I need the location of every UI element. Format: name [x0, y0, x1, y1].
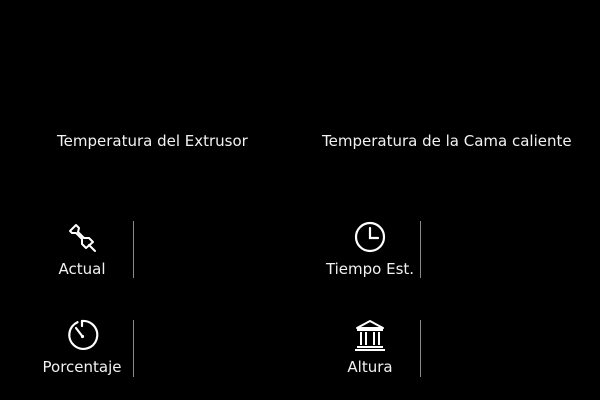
bed-temperature-heading: Temperatura de la Cama caliente [322, 132, 572, 150]
extruder-temperature-heading: Temperatura del Extrusor [57, 132, 248, 150]
stat-percentage: Porcentaje [38, 318, 126, 376]
divider [133, 221, 134, 278]
divider [420, 320, 421, 377]
stat-height: Altura [340, 318, 400, 376]
stat-time-estimate-label: Tiempo Est. [325, 260, 415, 278]
clock-icon [354, 221, 386, 253]
pushpin-icon [69, 224, 96, 252]
stopwatch-dial-icon [68, 319, 99, 351]
stat-actual: Actual [52, 220, 112, 278]
divider [133, 320, 134, 377]
stat-actual-label: Actual [58, 260, 106, 278]
divider [420, 221, 421, 278]
stat-percentage-label: Porcentaje [42, 358, 122, 376]
stat-height-label: Altura [347, 358, 393, 376]
building-columns-icon [355, 320, 385, 351]
stat-time-estimate: Tiempo Est. [324, 220, 416, 278]
